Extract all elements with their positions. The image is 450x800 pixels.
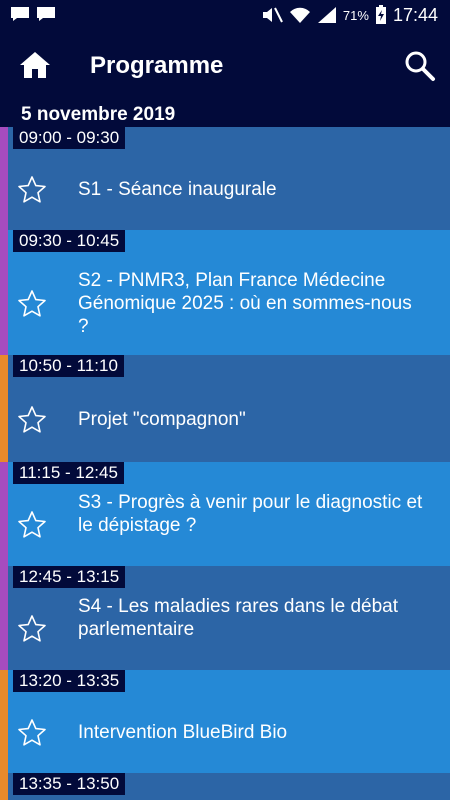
- track-color-bar: [0, 127, 8, 230]
- favorite-star-icon[interactable]: [17, 289, 47, 319]
- track-color-bar: [0, 355, 8, 462]
- home-icon[interactable]: [18, 50, 52, 80]
- page-title: Programme: [90, 52, 224, 79]
- search-icon[interactable]: [404, 50, 436, 82]
- session-list: 09:00 - 09:30 S1 - Séance inaugurale 09:30…: [0, 127, 450, 800]
- favorite-star-icon[interactable]: [17, 614, 47, 644]
- session-time: 10:50 - 11:10: [13, 355, 124, 377]
- clock: 17:44: [392, 4, 438, 25]
- mute-icon: [262, 7, 283, 23]
- session-title: S2 - PNMR3, Plan France Médecine Génomiq…: [78, 270, 412, 337]
- session-time: 09:30 - 10:45: [13, 230, 126, 252]
- notification-icons: [10, 6, 56, 22]
- signal-icon: [317, 7, 336, 23]
- track-color-bar: [0, 773, 8, 800]
- track-color-bar: [0, 462, 8, 566]
- session-item[interactable]: 09:00 - 09:30 S1 - Séance inaugurale: [0, 127, 450, 230]
- favorite-star-icon[interactable]: [17, 405, 47, 435]
- session-time: 11:15 - 12:45: [13, 462, 124, 484]
- session-title: S3 - Progrès à venir pour le diagnostic …: [78, 491, 423, 536]
- session-title: Projet "compagnon": [78, 409, 246, 430]
- date-header: 5 novembre 2019: [0, 100, 450, 127]
- session-title: S4 - Les maladies rares dans le débat pa…: [78, 595, 399, 640]
- session-item[interactable]: 09:30 - 10:45 S2 - PNMR3, Plan France Méd…: [0, 230, 450, 355]
- battery-charging-icon: [375, 5, 386, 24]
- session-item[interactable]: 11:15 - 12:45 S3 - Progrès à venir pour l…: [0, 462, 450, 566]
- track-color-bar: [0, 670, 8, 773]
- track-color-bar: [0, 566, 8, 670]
- session-title: S1 - Séance inaugurale: [78, 179, 277, 200]
- favorite-star-icon[interactable]: [17, 175, 47, 205]
- status-bar: 71% 17:44: [0, 0, 450, 30]
- chat-icon: [11, 7, 29, 21]
- session-title: Intervention BlueBird Bio: [78, 722, 288, 743]
- session-time: 12:45 - 13:15: [13, 566, 126, 588]
- session-item[interactable]: 12:45 - 13:15 S4 - Les maladies rares dan…: [0, 566, 450, 670]
- favorite-star-icon[interactable]: [17, 718, 47, 748]
- favorite-star-icon[interactable]: [17, 510, 47, 540]
- track-color-bar: [0, 230, 8, 355]
- session-time: 13:35 - 13:50: [13, 773, 126, 795]
- app-bar: Programme: [0, 30, 450, 100]
- session-item[interactable]: 13:20 - 13:35 Intervention BlueBird Bio: [0, 670, 450, 773]
- session-time: 09:00 - 09:30: [13, 127, 126, 149]
- battery-percent: 71%: [342, 7, 369, 23]
- session-item[interactable]: 13:35 - 13:50: [0, 773, 450, 800]
- session-time: 13:20 - 13:35: [13, 670, 126, 692]
- chat-icon: [37, 7, 55, 21]
- date-label: 5 novembre 2019: [21, 104, 176, 125]
- session-item[interactable]: 10:50 - 11:10 Projet "compagnon": [0, 355, 450, 462]
- wifi-icon: [289, 7, 310, 23]
